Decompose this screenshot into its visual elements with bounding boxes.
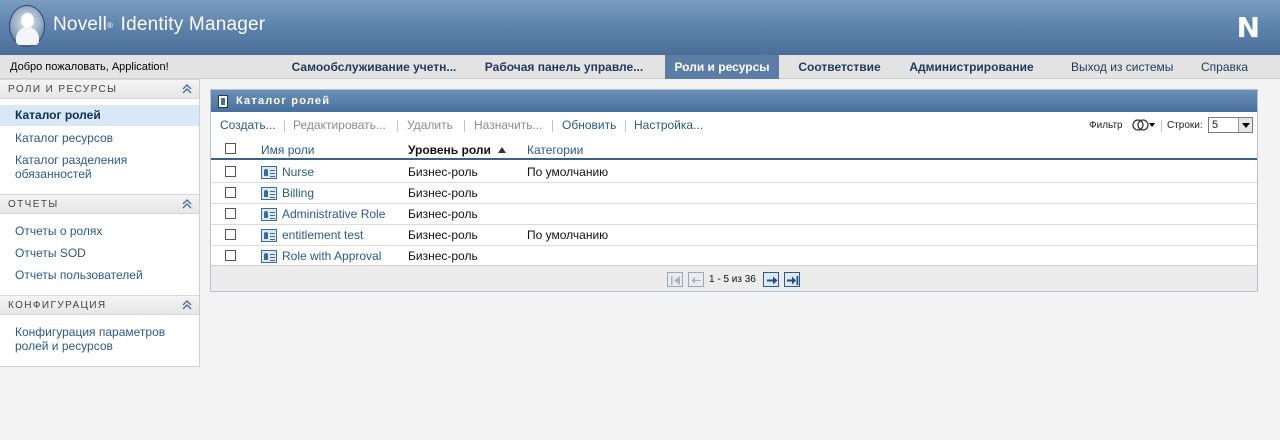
sidebar-section-configuration: КОНФИГУРАЦИЯ [0, 295, 199, 315]
panel-header: Каталог ролей [211, 90, 1257, 112]
tab-compliance[interactable]: Соответствие [789, 55, 890, 79]
novell-logo-icon [9, 5, 45, 47]
role-level: Бизнес-роль [408, 207, 478, 221]
previous-page-icon[interactable] [688, 272, 704, 287]
role-icon [261, 229, 277, 242]
sidebar-item-role-config[interactable]: Конфигурация параметров ролей и ресурсов [15, 325, 175, 353]
role-icon [261, 166, 277, 179]
table-row: entitlement test Бизнес-роль По умолчани… [211, 225, 1257, 246]
toolbar-separator [464, 120, 465, 132]
row-checkbox[interactable] [225, 187, 236, 198]
tab-roles-resources[interactable]: Роли и ресурсы [665, 55, 779, 79]
logout-link[interactable]: Выход из системы [1071, 55, 1173, 79]
collapse-icon[interactable] [182, 299, 192, 311]
toolbar-separator [1161, 120, 1162, 132]
sidebar-item-role-reports[interactable]: Отчеты о ролях [15, 224, 190, 238]
role-category: По умолчанию [527, 165, 609, 179]
last-page-icon[interactable] [784, 272, 800, 287]
sidebar: РОЛИ И РЕСУРСЫ Каталог ролей Каталог рес… [0, 79, 200, 367]
role-level: Бизнес-роль [408, 186, 478, 200]
toolbar-separator [284, 120, 285, 132]
select-all-checkbox[interactable] [225, 143, 236, 154]
role-catalog-panel: Каталог ролей Создать... Редактировать..… [210, 89, 1258, 292]
novell-n-logo: N [1236, 11, 1260, 44]
column-header-categories[interactable]: Категории [527, 143, 583, 157]
delete-button[interactable]: Удалить [407, 118, 453, 132]
toolbar-separator [397, 120, 398, 132]
sidebar-section-title: КОНФИГУРАЦИЯ [8, 300, 107, 311]
refresh-button[interactable]: Обновить [562, 118, 616, 132]
role-name-link[interactable]: Administrative Role [282, 207, 385, 221]
chevron-down-icon [1238, 118, 1252, 132]
collapse-icon[interactable] [182, 198, 192, 210]
rows-per-page-select[interactable]: 5 [1208, 117, 1253, 133]
row-checkbox[interactable] [225, 166, 236, 177]
tab-administration[interactable]: Администрирование [900, 55, 1043, 79]
role-name-link[interactable]: entitlement test [282, 228, 363, 242]
sidebar-section-roles-resources: РОЛИ И РЕСУРСЫ [0, 79, 199, 99]
rows-label: Строки: [1167, 120, 1203, 131]
role-name-link[interactable]: Role with Approval [282, 249, 381, 263]
rows-select-value: 5 [1212, 119, 1219, 131]
toolbar: Создать... Редактировать... Удалить Назн… [211, 114, 1257, 136]
sidebar-item-user-reports[interactable]: Отчеты пользователей [15, 268, 190, 282]
table-header: Имя роли Уровень роли Категории [211, 138, 1257, 160]
app-header: Novell® Identity Manager N [0, 0, 1280, 55]
role-level: Бизнес-роль [408, 165, 478, 179]
role-level: Бизнес-роль [408, 228, 478, 242]
table-row: Administrative Role Бизнес-роль [211, 204, 1257, 225]
settings-button[interactable]: Настройка... [634, 118, 703, 132]
help-link[interactable]: Справка [1201, 55, 1248, 79]
row-checkbox[interactable] [225, 208, 236, 219]
filter-label: Фильтр [1089, 120, 1123, 131]
column-header-name[interactable]: Имя роли [261, 143, 315, 157]
role-icon [261, 208, 277, 221]
sidebar-item-resource-catalog[interactable]: Каталог ресурсов [15, 131, 190, 145]
sidebar-section-reports: ОТЧЕТЫ [0, 194, 199, 214]
sidebar-item-sod-reports[interactable]: Отчеты SOD [15, 246, 190, 260]
table-row: Nurse Бизнес-роль По умолчанию [211, 162, 1257, 183]
create-button[interactable]: Создать... [220, 118, 276, 132]
role-name-link[interactable]: Billing [282, 186, 314, 200]
book-icon [218, 95, 228, 108]
role-level: Бизнес-роль [408, 249, 478, 263]
sidebar-section-title: РОЛИ И РЕСУРСЫ [8, 84, 118, 95]
sidebar-section-title: ОТЧЕТЫ [8, 199, 59, 210]
row-checkbox[interactable] [225, 229, 236, 240]
role-name-link[interactable]: Nurse [282, 165, 314, 179]
welcome-message: Добро пожаловать, Application! [10, 61, 169, 73]
collapse-icon[interactable] [182, 83, 192, 95]
app-title: Novell® Identity Manager [53, 14, 266, 35]
sort-ascending-icon [497, 147, 506, 153]
column-header-level[interactable]: Уровень роли [408, 143, 506, 157]
page-indicator: 1 - 5 из 36 [709, 274, 756, 285]
role-icon [261, 250, 277, 263]
pagination-bar: 1 - 5 из 36 [211, 265, 1257, 291]
sidebar-item-sod-catalog[interactable]: Каталог разделения обязанностей [15, 153, 190, 181]
top-navigation: Добро пожаловать, Application! Самообслу… [0, 55, 1280, 79]
tab-self-service[interactable]: Самообслуживание учетн... [283, 55, 465, 79]
table-row: Billing Бизнес-роль [211, 183, 1257, 204]
edit-button[interactable]: Редактировать... [293, 118, 386, 132]
toolbar-separator [625, 120, 626, 132]
filter-icon[interactable] [1130, 117, 1156, 133]
row-checkbox[interactable] [225, 250, 236, 261]
first-page-icon[interactable] [667, 272, 683, 287]
role-icon [261, 187, 277, 200]
table-row: Role with Approval Бизнес-роль [211, 246, 1257, 267]
sidebar-item-role-catalog[interactable]: Каталог ролей [0, 105, 199, 126]
toolbar-separator [552, 120, 553, 132]
assign-button[interactable]: Назначить... [474, 118, 542, 132]
role-category: По умолчанию [527, 228, 609, 242]
next-page-icon[interactable] [763, 272, 779, 287]
panel-title: Каталог ролей [236, 95, 331, 107]
tab-dashboard[interactable]: Рабочая панель управле... [473, 55, 655, 79]
